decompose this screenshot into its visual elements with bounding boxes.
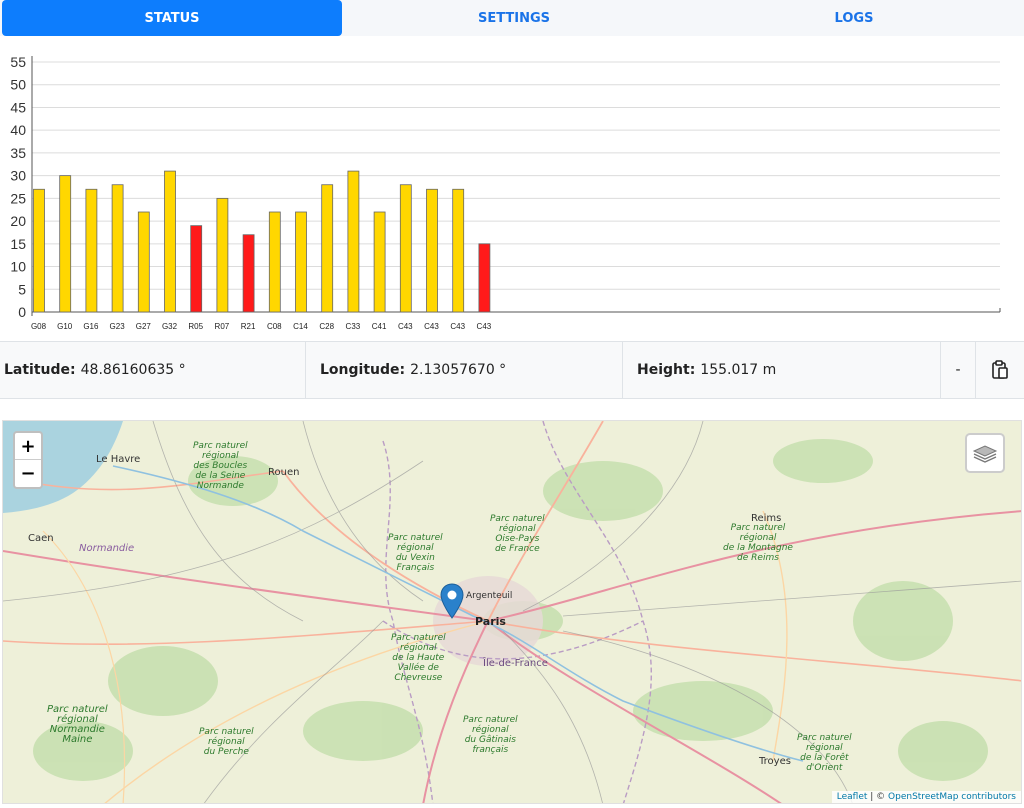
x-tick-label: R07: [215, 322, 230, 331]
bar: [59, 175, 72, 313]
x-tick-label: C41: [372, 322, 387, 331]
bar: [111, 184, 124, 313]
position-bar: Latitude: 48.86160635 ° Longitude: 2.130…: [0, 341, 1024, 399]
x-tick-label: G27: [136, 322, 152, 331]
x-tick-label: G08: [31, 322, 47, 331]
x-tick-label: C08: [267, 322, 282, 331]
longitude-cell: Longitude: 2.13057670 °: [306, 342, 623, 398]
height-value: 155.017 m: [700, 362, 777, 378]
copy-button[interactable]: [976, 342, 1024, 398]
bar: [478, 243, 491, 313]
city-label: Rouen: [268, 467, 300, 478]
x-tick-label: G23: [110, 322, 126, 331]
bar: [216, 197, 229, 313]
x-tick-label: C28: [319, 322, 334, 331]
y-tick-label: 50: [10, 77, 26, 93]
x-tick-label: G32: [162, 322, 178, 331]
y-tick-label: 35: [10, 145, 26, 161]
longitude-value: 2.13057670 °: [410, 362, 507, 378]
y-tick-label: 0: [18, 304, 26, 320]
tab-settings[interactable]: SETTINGS: [344, 0, 684, 36]
bar: [426, 188, 438, 313]
latitude-value: 48.86160635 °: [80, 362, 186, 378]
park-label: Parc naturel régional Normandie Maine: [47, 704, 108, 745]
layers-icon: [972, 445, 998, 463]
y-tick-label: 45: [10, 99, 26, 115]
bar: [137, 211, 150, 313]
park-label: Parc naturel régional des Boucles de la …: [193, 441, 248, 491]
park-label: Parc naturel régional du Gâtinais frança…: [463, 715, 518, 755]
x-tick-label: G10: [57, 322, 73, 331]
y-tick-label: 15: [10, 236, 26, 252]
park-label: Parc naturel régional de la Montagne de …: [723, 523, 793, 563]
leaflet-link[interactable]: Leaflet: [837, 792, 868, 802]
y-tick-label: 25: [10, 190, 26, 206]
park-label: Parc naturel régional du Vexin Français: [388, 533, 443, 573]
fix-status: -: [941, 342, 976, 398]
y-tick-label: 5: [18, 281, 26, 297]
height-cell: Height: 155.017 m: [623, 342, 941, 398]
clipboard-icon: [992, 360, 1008, 379]
y-tick-label: 30: [10, 168, 26, 184]
x-tick-label: C43: [424, 322, 439, 331]
region-label-ile-de-france: Île-de-France: [483, 658, 548, 669]
map-attribution: Leaflet | © OpenStreetMap contributors: [831, 791, 1021, 803]
height-label: Height:: [637, 362, 696, 378]
park-label: Parc naturel régional de la Haute Vallée…: [391, 633, 446, 683]
longitude-label: Longitude:: [320, 362, 406, 378]
x-tick-label: C43: [477, 322, 492, 331]
city-label: Argenteuil: [466, 591, 513, 601]
bar: [347, 170, 360, 313]
bar: [321, 184, 334, 313]
latitude-cell: Latitude: 48.86160635 °: [0, 342, 306, 398]
attribution-separator: | ©: [867, 792, 889, 802]
city-label: Troyes: [759, 756, 791, 767]
latitude-label: Latitude:: [4, 362, 76, 378]
zoom-in-button[interactable]: +: [15, 433, 41, 460]
bar: [452, 188, 465, 313]
bar-chart-svg: 0 5 10 15 20 25 30 35 40 45 50 55 G08 G10 G16 G23 G27 G32…: [10, 54, 1001, 331]
bar: [295, 211, 307, 313]
bar: [85, 188, 98, 313]
x-tick-label: C33: [346, 322, 361, 331]
zoom-out-button[interactable]: −: [15, 460, 41, 487]
region-label-normandie: Normandie: [79, 543, 135, 554]
park-label: Parc naturel régional Oise-Pays de Franc…: [490, 514, 545, 554]
bar: [242, 234, 255, 313]
city-label: Caen: [28, 533, 54, 544]
bar: [33, 188, 45, 313]
satellite-snr-chart: 0 5 10 15 20 25 30 35 40 45 50 55 G08 G10 G16 G23 G27 G32…: [0, 44, 1024, 336]
osm-link[interactable]: OpenStreetMap contributors: [888, 792, 1016, 802]
x-tick-label: C43: [398, 322, 413, 331]
city-label-paris: Paris: [475, 615, 506, 628]
bar: [268, 211, 281, 313]
y-tick-label: 40: [10, 122, 26, 138]
park-label: Parc naturel régional du Perche: [199, 727, 254, 757]
map-view[interactable]: Parc naturel régional des Boucles de la …: [2, 420, 1022, 804]
bar: [373, 211, 386, 313]
map-marker-icon[interactable]: [440, 583, 464, 619]
x-tick-label: G16: [83, 322, 99, 331]
tab-logs[interactable]: LOGS: [684, 0, 1024, 36]
bar: [190, 225, 203, 313]
y-tick-label: 55: [10, 54, 26, 70]
y-tick-label: 10: [10, 259, 26, 275]
layers-button[interactable]: [965, 433, 1005, 473]
x-tick-label: C43: [450, 322, 465, 331]
x-tick-label: C14: [293, 322, 308, 331]
city-label: Reims: [751, 513, 782, 524]
zoom-control: + −: [13, 431, 43, 489]
park-label: Parc naturel régional de la Forêt d'Orie…: [797, 733, 852, 773]
x-tick-label: R21: [241, 322, 256, 331]
city-label: Le Havre: [96, 454, 141, 465]
bar: [399, 184, 412, 313]
tab-status[interactable]: STATUS: [2, 0, 342, 36]
tab-bar: STATUS SETTINGS LOGS: [0, 0, 1024, 36]
bar: [164, 170, 176, 313]
x-tick-label: R05: [188, 322, 203, 331]
y-tick-label: 20: [10, 213, 26, 229]
